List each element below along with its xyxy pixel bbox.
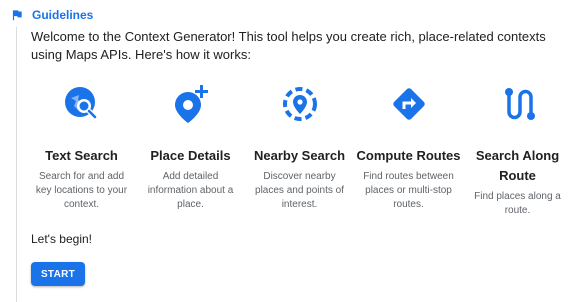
start-button[interactable]: START: [31, 262, 85, 286]
flag-icon: [12, 10, 22, 21]
feature-text-search: Text Search Search for and add key locat…: [27, 84, 136, 218]
feature-list: Text Search Search for and add key locat…: [27, 84, 573, 218]
feature-description: Add detailed information about a place.: [147, 171, 234, 210]
feature-compute-routes: Compute Routes Find routes between place…: [354, 84, 463, 218]
intro-text: Welcome to the Context Generator! This t…: [31, 29, 546, 62]
guidelines-header[interactable]: Guidelines: [10, 8, 93, 22]
feature-nearby-search: Nearby Search Discover nearby places and…: [245, 84, 354, 218]
feature-title: Nearby Search: [253, 148, 346, 163]
feature-title: Place Details: [150, 148, 231, 163]
text-search-icon: [64, 87, 97, 120]
begin-text: Let's begin!: [31, 232, 93, 246]
feature-description: Search for and add key locations to your…: [35, 171, 128, 210]
nearby-search-icon: [282, 87, 317, 121]
search-along-route-icon: [504, 88, 535, 120]
feature-title: Search Along Route: [475, 148, 560, 183]
feature-place-details: Place Details Add detailed information a…: [136, 84, 245, 218]
feature-title: Compute Routes: [356, 148, 461, 163]
compute-routes-icon: [392, 88, 425, 120]
guidelines-title: Guidelines: [32, 8, 94, 22]
place-details-icon: [174, 85, 208, 123]
guidelines-panel: Guidelines Welcome to the Context Genera…: [0, 0, 578, 302]
left-divider: [16, 27, 17, 302]
feature-description: Find routes between places or multi-stop…: [363, 171, 454, 210]
feature-description: Find places along a route.: [474, 191, 561, 216]
feature-search-along-route: Search Along Route Find places along a r…: [463, 84, 572, 218]
feature-description: Discover nearby places and points of int…: [255, 171, 344, 210]
feature-title: Text Search: [45, 148, 118, 163]
